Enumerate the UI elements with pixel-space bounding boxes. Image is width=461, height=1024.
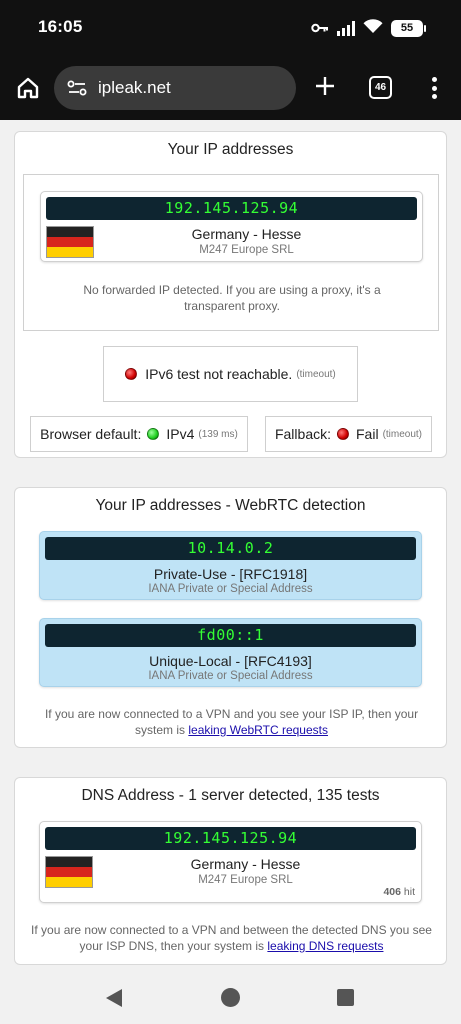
ip-panel-title: Your IP addresses xyxy=(167,141,294,158)
system-nav-bar xyxy=(0,972,461,1024)
status-red-icon xyxy=(337,428,349,440)
webrtc-panel: Your IP addresses - WebRTC detection 10.… xyxy=(14,487,447,748)
url-bar[interactable]: ipleak.net xyxy=(54,66,296,110)
fallback-label: Fallback: xyxy=(274,426,331,442)
tabs-icon[interactable]: 46 xyxy=(369,76,392,99)
plus-icon[interactable] xyxy=(311,72,339,100)
ip-card: 192.145.125.94 Germany - Hesse M247 Euro… xyxy=(40,191,423,262)
status-icons: 55 xyxy=(311,18,426,39)
dns-hits-label: hit xyxy=(403,886,415,898)
status-time: 16:05 xyxy=(38,17,83,36)
home-nav-icon[interactable] xyxy=(221,988,240,1007)
key-icon xyxy=(311,21,329,37)
ip-addresses-panel: Your IP addresses 192.145.125.94 Germany… xyxy=(14,131,447,458)
page-content: Your IP addresses 192.145.125.94 Germany… xyxy=(0,120,461,972)
ip-location: Germany - Hesse xyxy=(191,226,302,242)
webrtc-ip-desc: IANA Private or Special Address xyxy=(148,670,313,682)
ipv6-test-box: IPv6 test not reachable. (timeout) xyxy=(103,346,358,402)
url-text[interactable]: ipleak.net xyxy=(98,78,171,98)
webrtc-ip-display: fd00::1 xyxy=(45,624,416,647)
recents-icon[interactable] xyxy=(337,989,354,1006)
dns-hits: 406 hit xyxy=(383,886,415,898)
webrtc-ip-display: 10.14.0.2 xyxy=(45,537,416,560)
leaking-dns-link[interactable]: leaking DNS requests xyxy=(267,939,383,953)
status-bar: 16:05 55 xyxy=(0,0,461,56)
webrtc-card: fd00::1 Unique-Local - [RFC4193] IANA Pr… xyxy=(39,618,422,687)
webrtc-panel-title: Your IP addresses - WebRTC detection xyxy=(95,497,366,514)
dns-note: If you are now connected to a VPN and be… xyxy=(27,922,436,954)
fallback-timeout: (timeout) xyxy=(382,428,423,440)
dns-hits-count: 406 xyxy=(383,886,401,898)
ip-display: 192.145.125.94 xyxy=(46,197,417,220)
dns-location: Germany - Hesse xyxy=(190,856,301,872)
browser-default-label: Browser default: xyxy=(40,426,142,442)
browser-default-ms: (139 ms) xyxy=(198,428,238,440)
webrtc-ip-type: Unique-Local - [RFC4193] xyxy=(149,653,312,669)
browser-default-box: Browser default: IPv4 (139 ms) xyxy=(30,416,248,452)
ipv6-timeout: (timeout) xyxy=(296,368,336,380)
status-red-icon xyxy=(125,368,138,380)
fallback-box: Fallback: Fail (timeout) xyxy=(265,416,432,452)
webrtc-note: If you are now connected to a VPN and yo… xyxy=(27,706,436,738)
status-green-icon xyxy=(147,428,160,440)
leaking-webrtc-link[interactable]: leaking WebRTC requests xyxy=(188,723,328,737)
dns-panel: DNS Address - 1 server detected, 135 tes… xyxy=(14,777,447,965)
site-info-icon[interactable] xyxy=(66,77,88,99)
webrtc-ip-desc: IANA Private or Special Address xyxy=(148,583,313,595)
dns-isp: M247 Europe SRL xyxy=(198,874,293,886)
forward-note: No forwarded IP detected. If you are usi… xyxy=(83,283,381,313)
ip-isp: M247 Europe SRL xyxy=(199,244,294,256)
home-icon[interactable] xyxy=(14,74,42,102)
back-icon[interactable] xyxy=(106,989,122,1007)
webrtc-card: 10.14.0.2 Private-Use - [RFC1918] IANA P… xyxy=(39,531,422,600)
browser-toolbar: ipleak.net 46 xyxy=(0,56,461,120)
wifi-icon xyxy=(363,18,383,39)
ip-inner-box: 192.145.125.94 Germany - Hesse M247 Euro… xyxy=(23,174,439,331)
dns-card: 192.145.125.94 Germany - Hesse M247 Euro… xyxy=(39,821,422,903)
browser-default-value: IPv4 xyxy=(166,426,195,442)
fallback-value: Fail xyxy=(356,426,379,442)
battery-indicator: 55 xyxy=(391,20,426,37)
more-icon[interactable] xyxy=(424,74,444,102)
signal-icon xyxy=(337,21,355,36)
ipv6-status: IPv6 test not reachable. xyxy=(145,366,293,382)
dns-panel-title: DNS Address - 1 server detected, 135 tes… xyxy=(81,787,380,804)
dns-ip-display: 192.145.125.94 xyxy=(45,827,416,850)
webrtc-ip-type: Private-Use - [RFC1918] xyxy=(153,566,308,582)
